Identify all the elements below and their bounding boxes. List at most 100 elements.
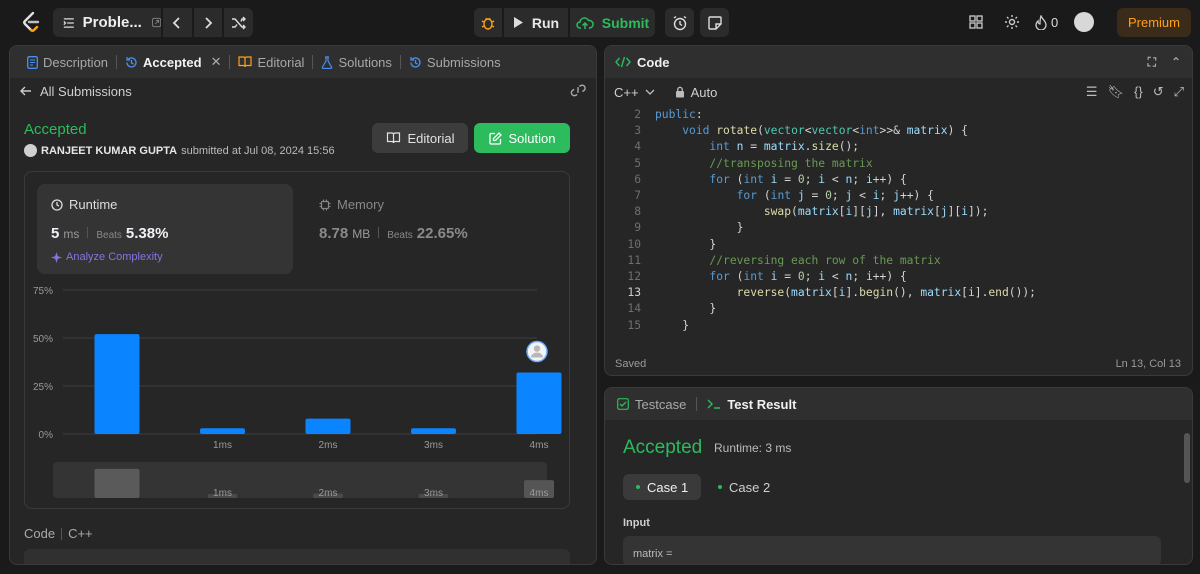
- line-number: 5: [634, 156, 641, 170]
- case-2-tab[interactable]: Case 2: [705, 474, 783, 500]
- braces-icon[interactable]: {}: [1134, 84, 1143, 100]
- code-line[interactable]: 12 for (int i = 0; i < n; i++) {: [605, 270, 1192, 286]
- user-avatar[interactable]: [1074, 12, 1095, 32]
- maximize-icon[interactable]: ⛶: [1148, 55, 1156, 70]
- checkbox-icon: [617, 398, 629, 410]
- prev-problem-button[interactable]: [163, 8, 192, 37]
- runtime-number: 5: [51, 225, 60, 242]
- tab-accepted[interactable]: Accepted ✕: [119, 46, 227, 78]
- tab-divider: [312, 55, 314, 69]
- reset-icon[interactable]: ↺: [1153, 84, 1164, 100]
- grid-layout-icon: [969, 15, 983, 29]
- code-line[interactable]: 14 }: [605, 302, 1192, 318]
- timer-button[interactable]: [665, 8, 694, 37]
- layout-button[interactable]: [963, 10, 989, 34]
- fire-icon: [1035, 14, 1047, 30]
- value-divider: [87, 227, 89, 238]
- settings-button[interactable]: [999, 10, 1025, 34]
- code-text: }: [655, 237, 717, 251]
- fullscreen-icon[interactable]: ⤢: [1174, 84, 1184, 100]
- clock-icon: [51, 198, 63, 211]
- analyze-complexity-link[interactable]: Analyze Complexity: [51, 251, 163, 263]
- random-problem-button[interactable]: [224, 8, 254, 37]
- input-label: Input: [623, 517, 650, 529]
- submitter-name[interactable]: RANJEET KUMAR GUPTA: [41, 145, 177, 157]
- bookmark-icon[interactable]: 🔖︎: [1107, 84, 1124, 100]
- language-select[interactable]: C++: [614, 85, 639, 100]
- code-line[interactable]: 15 }: [605, 319, 1192, 335]
- submit-button[interactable]: Submit: [570, 8, 655, 37]
- editorial-button[interactable]: Editorial: [372, 123, 468, 153]
- code-text: void rotate(vector<vector<int>>& matrix)…: [682, 124, 968, 138]
- test-result-panel: Testcase Test Result Accepted Runtime: 3…: [604, 387, 1193, 565]
- run-button[interactable]: Run: [504, 8, 568, 37]
- tab-test-result[interactable]: Test Result: [727, 397, 796, 412]
- code-line[interactable]: 11 //reversing each row of the matrix: [605, 254, 1192, 270]
- close-tab-icon[interactable]: ✕: [211, 54, 222, 70]
- code-tab-title[interactable]: Code: [637, 55, 670, 70]
- x-tick-label: 3ms: [424, 440, 443, 451]
- tab-solutions[interactable]: Solutions: [315, 46, 397, 78]
- format-icon[interactable]: ☰: [1086, 84, 1098, 100]
- tab-description-label: Description: [43, 54, 109, 70]
- list-icon: [63, 17, 74, 28]
- memory-card[interactable]: Memory 8.78 MB Beats 22.65%: [305, 184, 555, 274]
- code-line[interactable]: 6 for (int i = 0; i < n; i++) {: [605, 173, 1192, 189]
- submitter-avatar[interactable]: [24, 144, 37, 157]
- code-line[interactable]: 4 int n = matrix.size();: [605, 140, 1192, 156]
- tab-editorial[interactable]: Editorial: [232, 46, 310, 78]
- runtime-beats-label: Beats: [96, 230, 122, 241]
- line-number: 9: [634, 221, 641, 235]
- code-area[interactable]: 2 public: 3 void rotate(vector<vector<int>…: [605, 108, 1192, 346]
- code-line[interactable]: 10 }: [605, 238, 1192, 254]
- debug-button[interactable]: [474, 8, 502, 37]
- input-variable: matrix =: [633, 548, 673, 560]
- streak-counter[interactable]: 0: [1035, 14, 1058, 30]
- tab-submissions[interactable]: Submissions: [403, 46, 507, 78]
- runtime-card[interactable]: Runtime 5 ms Beats 5.38% Analyze Complex…: [37, 184, 293, 274]
- autocomplete-mode[interactable]: Auto: [691, 85, 718, 100]
- runtime-distribution-chart[interactable]: 0% 25% 50% 75% 1ms 2ms 3ms 4ms 1ms 2ms 3ms 4ms: [25, 278, 569, 498]
- code-line[interactable]: 13 reverse(matrix[i].begin(), matrix[i].…: [605, 286, 1192, 302]
- scrollbar[interactable]: [1184, 433, 1190, 483]
- x-tick-label: 2ms: [319, 440, 338, 451]
- code-line[interactable]: 5 //transposing the matrix: [605, 157, 1192, 173]
- code-editor-panel: Code ⛶ ⌃ C++ Auto ☰ 🔖︎ {} ↺ ⤢ 2 public: 3 …: [604, 45, 1193, 376]
- premium-button[interactable]: Premium: [1117, 8, 1191, 37]
- collapse-icon[interactable]: ⌃: [1171, 55, 1181, 69]
- bug-icon: [481, 17, 495, 30]
- note-icon: [707, 15, 722, 30]
- line-number: 8: [634, 205, 641, 219]
- tab-solutions-label: Solutions: [338, 54, 392, 70]
- code-text: }: [655, 302, 717, 316]
- runtime-title: Runtime: [51, 197, 117, 212]
- submission-status: Accepted: [24, 121, 87, 138]
- code-line[interactable]: 7 for (int j = 0; j < i; j++) {: [605, 189, 1192, 205]
- tab-testcase[interactable]: Testcase: [635, 397, 686, 412]
- solution-button[interactable]: Solution: [474, 123, 570, 153]
- chart-bar: [200, 428, 245, 434]
- code-line[interactable]: 8 swap(matrix[i][j], matrix[j][i]);: [605, 205, 1192, 221]
- submission-panel: Description Accepted ✕ Editorial Solutio…: [9, 45, 597, 565]
- code-line[interactable]: 9 }: [605, 221, 1192, 237]
- problem-list-button[interactable]: Proble...: [53, 8, 161, 37]
- line-number: 7: [634, 189, 641, 202]
- tab-description[interactable]: Description: [21, 46, 114, 78]
- x-tick-label: 1ms: [213, 440, 232, 451]
- code-tabbar: Code ⛶ ⌃: [605, 46, 1192, 78]
- code-line[interactable]: 2 public:: [605, 108, 1192, 124]
- gear-icon: [1005, 15, 1019, 29]
- next-problem-button[interactable]: [193, 8, 223, 37]
- sparkle-icon: [51, 251, 62, 263]
- test-tabbar: Testcase Test Result: [605, 388, 1192, 420]
- code-line[interactable]: 3 void rotate(vector<vector<int>>& matri…: [605, 124, 1192, 140]
- case-1-tab[interactable]: Case 1: [623, 474, 702, 500]
- all-submissions-link[interactable]: All Submissions: [10, 80, 596, 102]
- problem-list-label: Proble...: [82, 14, 142, 31]
- notes-button[interactable]: [700, 8, 729, 37]
- memory-value: 8.78 MB Beats 22.65%: [319, 225, 468, 242]
- chevron-down-icon[interactable]: [645, 89, 655, 96]
- leetcode-logo-icon[interactable]: [20, 11, 42, 33]
- share-link-icon[interactable]: [569, 83, 587, 97]
- code-text: //reversing each row of the matrix: [709, 253, 941, 267]
